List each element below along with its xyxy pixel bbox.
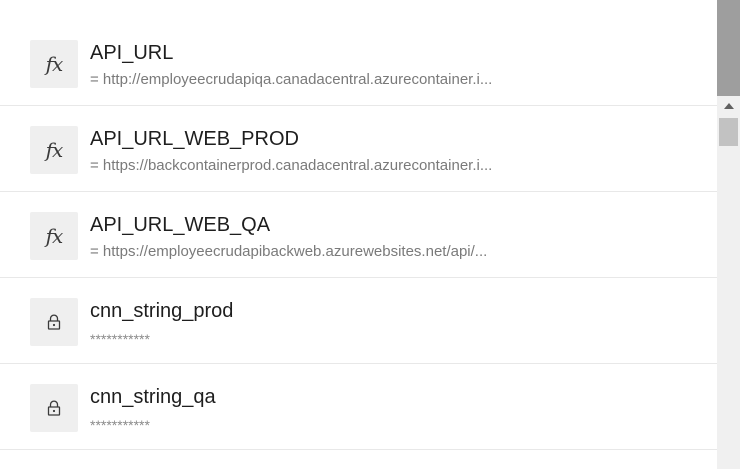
variable-row-api-url-web-prod[interactable]: fx API_URL_WEB_PROD = https://backcontai… xyxy=(0,106,717,192)
variable-name: API_URL_WEB_QA xyxy=(90,214,271,236)
function-icon: fx xyxy=(30,40,78,88)
variable-name: API_URL xyxy=(90,42,174,64)
variable-name: cnn_string_prod xyxy=(90,300,234,322)
function-icon: fx xyxy=(30,212,78,260)
secret-value: *********** xyxy=(90,417,150,433)
variable-list: fx API_URL = http://employeecrudapiqa.ca… xyxy=(0,20,717,450)
lock-icon xyxy=(30,384,78,432)
variable-name: API_URL_WEB_PROD xyxy=(90,128,299,150)
secret-value: *********** xyxy=(90,331,150,347)
function-icon: fx xyxy=(30,126,78,174)
variables-panel: fx API_URL = http://employeecrudapiqa.ca… xyxy=(0,0,740,469)
variable-value: = https://backcontainerprod.canadacentra… xyxy=(90,157,493,174)
variable-value: = https://employeecrudapibackweb.azurewe… xyxy=(90,243,488,260)
scrollbar-thumb[interactable] xyxy=(719,118,738,146)
variable-value: = http://employeecrudapiqa.canadacentral… xyxy=(90,71,493,88)
scroll-up-arrow-icon[interactable] xyxy=(717,96,740,116)
variable-row-cnn-string-prod[interactable]: cnn_string_prod *********** xyxy=(0,278,717,364)
lock-icon xyxy=(30,298,78,346)
scrollbar[interactable] xyxy=(717,96,740,469)
variable-row-cnn-string-qa[interactable]: cnn_string_qa *********** xyxy=(0,364,717,450)
variable-row-api-url[interactable]: fx API_URL = http://employeecrudapiqa.ca… xyxy=(0,20,717,106)
variable-row-api-url-web-qa[interactable]: fx API_URL_WEB_QA = https://employeecrud… xyxy=(0,192,717,278)
variable-name: cnn_string_qa xyxy=(90,386,216,408)
